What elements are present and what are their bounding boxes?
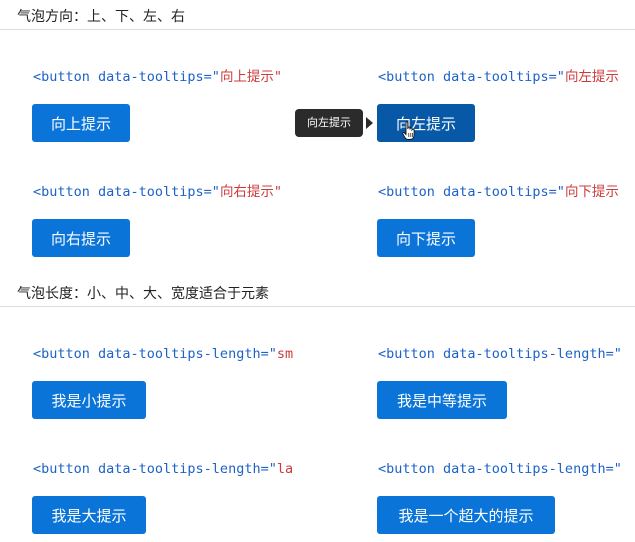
code-text: <button data-tooltips=" bbox=[378, 69, 565, 85]
code-string: la bbox=[276, 461, 294, 477]
section-direction-title: 气泡方向：上、下、左、右 bbox=[17, 9, 185, 25]
code-snippet-bottom: <button data-tooltips="向下提示 bbox=[378, 183, 635, 201]
code-snippet-left: <button data-tooltips="向左提示 bbox=[378, 68, 635, 86]
code-snippet-large: <button data-tooltips-length="la bbox=[33, 460, 308, 478]
tooltip-medium-button[interactable]: 我是中等提示 bbox=[377, 381, 507, 419]
code-snippet-fit: <button data-tooltips-length=" bbox=[378, 460, 635, 478]
section-direction-header: 气泡方向：上、下、左、右 bbox=[0, 0, 635, 30]
tooltip-small-button[interactable]: 我是小提示 bbox=[32, 381, 146, 419]
tooltip-top-button[interactable]: 向上提示 bbox=[32, 104, 130, 142]
hand-pointer-cursor-icon bbox=[402, 121, 415, 140]
tooltip-arrow bbox=[366, 117, 373, 129]
code-text: <button data-tooltips-length=" bbox=[33, 461, 277, 477]
code-string: 向右提示" bbox=[219, 184, 283, 200]
code-text: <button data-tooltips=" bbox=[33, 69, 220, 85]
code-snippet-top: <button data-tooltips="向上提示" bbox=[33, 68, 303, 86]
code-text: <button data-tooltips=" bbox=[33, 184, 220, 200]
code-text: <button data-tooltips-length=" bbox=[378, 346, 622, 362]
code-snippet-medium: <button data-tooltips-length=" bbox=[378, 345, 635, 363]
code-text: <button data-tooltips-length=" bbox=[378, 461, 622, 477]
tooltip-bottom-button[interactable]: 向下提示 bbox=[377, 219, 475, 257]
tooltip-right-button[interactable]: 向右提示 bbox=[32, 219, 130, 257]
code-string: sm bbox=[276, 346, 294, 362]
code-text: <button data-tooltips-length=" bbox=[33, 346, 277, 362]
code-string: 向下提示 bbox=[564, 184, 619, 200]
code-string: 向左提示 bbox=[564, 69, 619, 85]
code-string: 向上提示" bbox=[219, 69, 283, 85]
code-snippet-right: <button data-tooltips="向右提示" bbox=[33, 183, 303, 201]
code-snippet-small: <button data-tooltips-length="sm bbox=[33, 345, 308, 363]
tooltip-bubble: 向左提示 bbox=[295, 109, 363, 137]
code-text: <button data-tooltips=" bbox=[378, 184, 565, 200]
section-length-title: 气泡长度：小、中、大、宽度适合于元素 bbox=[17, 286, 269, 302]
tooltip-fit-button[interactable]: 我是一个超大的提示 bbox=[377, 496, 555, 534]
tooltip-left-button[interactable]: 向左提示 bbox=[377, 104, 475, 142]
tooltip-large-button[interactable]: 我是大提示 bbox=[32, 496, 146, 534]
section-length-header: 气泡长度：小、中、大、宽度适合于元素 bbox=[0, 277, 635, 307]
